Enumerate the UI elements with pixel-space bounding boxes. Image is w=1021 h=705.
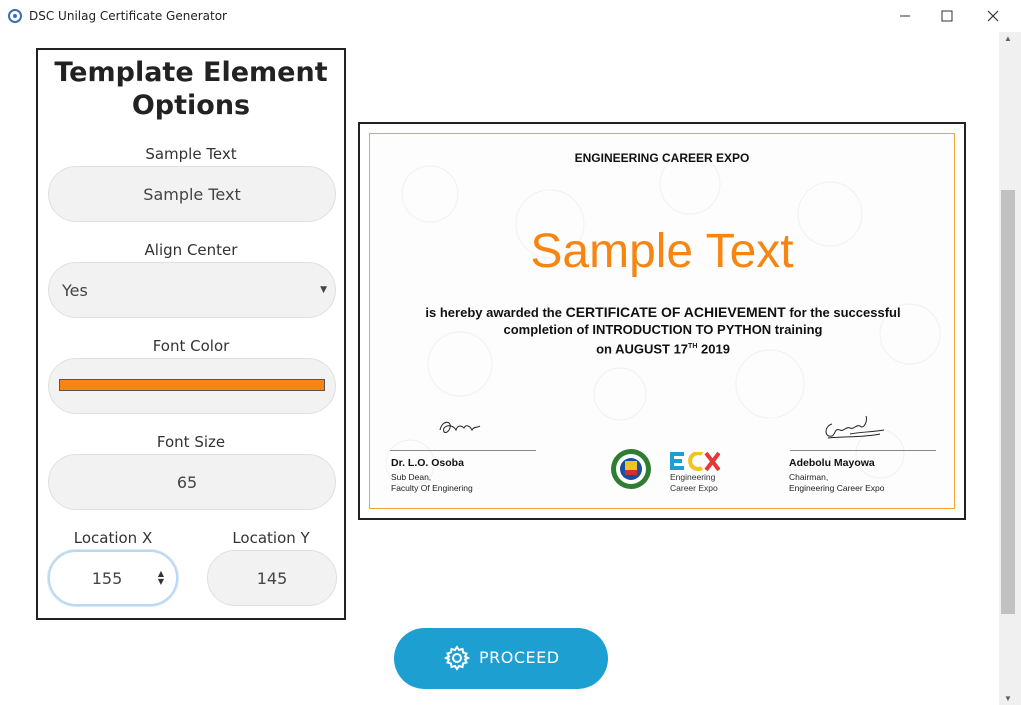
minimize-button[interactable] (882, 0, 928, 32)
certificate-preview: ENGINEERING CAREER EXPO Sample Text is h… (358, 122, 966, 520)
dropdown-caret-icon: ▼ (320, 285, 327, 295)
gear-icon (444, 645, 470, 671)
font-size-label: Font Size (156, 433, 226, 451)
sample-text-label: Sample Text (145, 145, 237, 163)
certificate-body-line1: is hereby awarded the CERTIFICATE OF ACH… (400, 304, 926, 321)
sample-text-value: Sample Text (143, 184, 241, 204)
signature-line-left (390, 450, 536, 451)
vertical-scrollbar[interactable]: ▲ ▼ (999, 32, 1021, 705)
signature-line-right (790, 450, 936, 451)
signer-left-name: Dr. L.O. Osoba (391, 457, 464, 469)
close-icon (987, 10, 999, 22)
scroll-up-icon[interactable]: ▲ (1004, 34, 1012, 43)
certificate-sample-text: Sample Text (530, 225, 794, 278)
body-line3-part-b: 2019 (697, 341, 730, 357)
font-size-input[interactable]: 65 (48, 454, 336, 510)
signer-right-role: Chairman, Engineering Career Expo (789, 472, 884, 494)
panel-title: Template Element Options (38, 56, 344, 122)
maximize-icon (941, 10, 953, 22)
maximize-button[interactable] (924, 0, 970, 32)
location-y-label: Location Y (232, 529, 310, 547)
proceed-label: PROCEED (479, 648, 560, 667)
certificate-border: ENGINEERING CAREER EXPO Sample Text is h… (369, 133, 955, 509)
signer-left-role: Sub Dean, Faculty Of Enginering (391, 472, 473, 494)
certificate-title: ENGINEERING CAREER EXPO (574, 151, 750, 165)
signer-right-name: Adebolu Mayowa (789, 457, 875, 469)
body-line1-part-c: for the successful (785, 305, 901, 320)
body-line1-part-b: CERTIFICATE OF ACHIEVEMENT (565, 304, 786, 320)
template-options-panel: Template Element Options Sample Text Sam… (36, 48, 346, 620)
location-x-label: Location X (73, 529, 153, 547)
scroll-down-icon[interactable]: ▼ (1004, 694, 1012, 703)
font-color-picker[interactable] (48, 358, 336, 414)
signer-right-role1: Chairman, (789, 472, 829, 482)
align-center-label: Align Center (144, 241, 238, 259)
ecx-logo-icon (670, 452, 720, 472)
signer-left-role1: Sub Dean, (391, 472, 432, 482)
sample-text-input[interactable]: Sample Text (48, 166, 336, 222)
proceed-button[interactable]: PROCEED (394, 628, 608, 689)
ecx-logo-line1: Engineering (670, 472, 716, 482)
certificate-body-line2: completion of INTRODUCTION TO PYTHON tra… (503, 322, 823, 337)
align-center-select[interactable]: Yes ▼ (48, 262, 336, 318)
font-color-label: Font Color (152, 337, 230, 355)
signer-right-role2: Engineering Career Expo (789, 483, 885, 493)
location-y-value: 145 (256, 568, 288, 588)
number-spinner-icon[interactable]: ▲ ▼ (158, 570, 164, 586)
minimize-icon (900, 15, 910, 17)
window-title: DSC Unilag Certificate Generator (29, 9, 227, 23)
title-bar: DSC Unilag Certificate Generator (0, 0, 1021, 33)
certificate-body-line3: on AUGUST 17TH 2019 (400, 338, 926, 357)
scrollbar-thumb[interactable] (1001, 190, 1015, 614)
close-button[interactable] (970, 0, 1016, 32)
body-line3-sup: TH (688, 343, 698, 350)
body-line1-part-a: is hereby awarded the (425, 305, 566, 320)
location-x-input[interactable]: 155 ▲ ▼ (48, 550, 178, 606)
app-icon (8, 9, 22, 23)
location-y-input[interactable]: 145 (207, 550, 337, 606)
signature-left-image (439, 421, 481, 433)
panel-title-line1: Template Element (54, 57, 328, 88)
body-line3-part-a: on AUGUST 17 (596, 341, 689, 357)
certificate-body: is hereby awarded the CERTIFICATE OF ACH… (400, 304, 926, 357)
align-center-value: Yes (62, 280, 88, 300)
font-color-swatch[interactable] (59, 379, 325, 391)
panel-title-line2: Options (131, 90, 251, 121)
university-seal-logo (611, 449, 651, 489)
ecx-logo-text: Engineering Career Expo (670, 472, 718, 494)
ecx-logo-line2: Career Expo (670, 483, 718, 493)
font-size-value: 65 (176, 472, 198, 492)
signer-left-role2: Faculty Of Enginering (391, 483, 473, 493)
signature-right-image (825, 415, 885, 439)
